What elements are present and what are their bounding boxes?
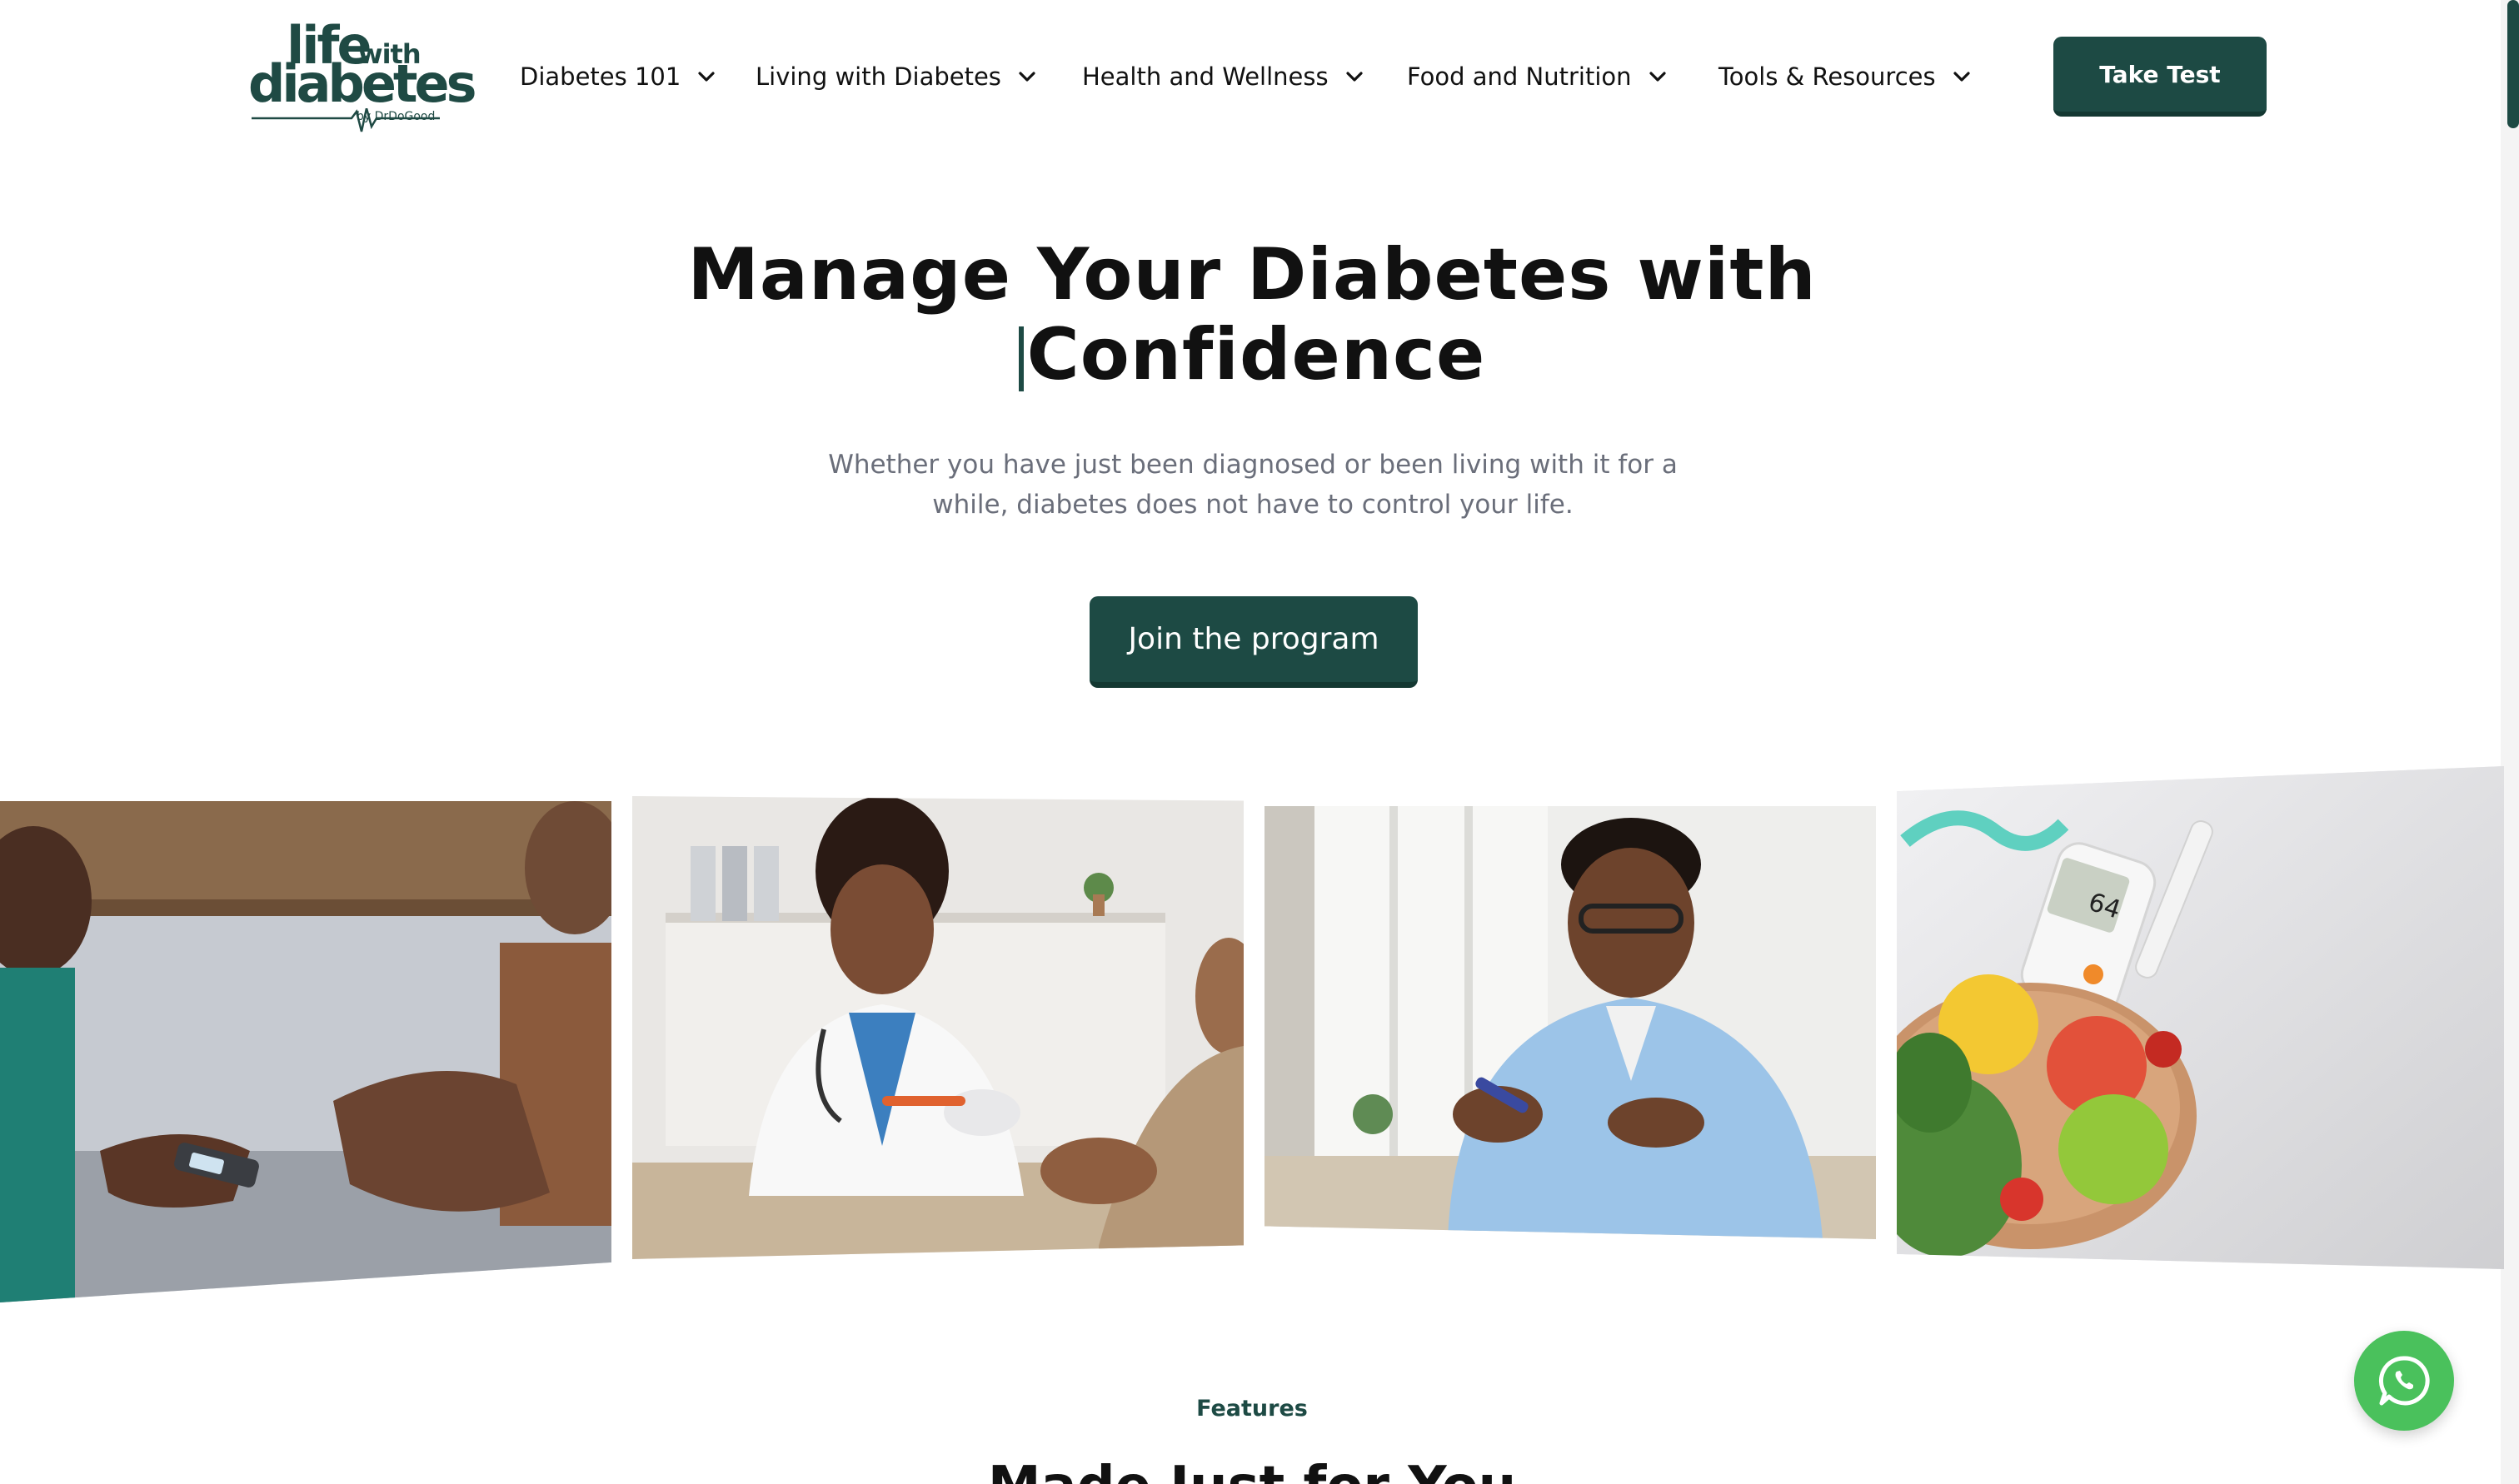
logo-byline: by DrDoGood bbox=[357, 110, 436, 123]
hero-title: Manage Your Diabetes with Confidence bbox=[0, 235, 2504, 395]
chevron-down-icon bbox=[698, 72, 715, 82]
gallery-photo-1 bbox=[0, 801, 611, 1302]
whatsapp-chat-button[interactable] bbox=[2354, 1331, 2454, 1431]
typing-cursor bbox=[1018, 326, 1024, 391]
nav-item-living-with-diabetes[interactable]: Living with Diabetes bbox=[756, 55, 1038, 98]
nav-item-label: Diabetes 101 bbox=[520, 62, 681, 91]
nav-item-label: Food and Nutrition bbox=[1407, 62, 1632, 91]
gallery-photo-3 bbox=[1264, 806, 1876, 1239]
gallery-photo-2 bbox=[632, 796, 1244, 1259]
hero-title-highlight-word: Confidence bbox=[1026, 313, 1486, 396]
photo-doctor-finger-prick bbox=[632, 796, 1244, 1259]
hero-subtitle-line2: while, diabetes does not have to control… bbox=[932, 490, 1574, 520]
site-header: life with diabetes by DrDoGood Diabetes … bbox=[0, 0, 2519, 150]
nav-item-label: Health and Wellness bbox=[1082, 62, 1329, 91]
photo-glucose-meter-fruit: 64 bbox=[1897, 766, 2504, 1269]
hero-title-line1: Manage Your Diabetes with bbox=[687, 233, 1817, 316]
hero-title-highlight: Confidence bbox=[1018, 313, 1486, 396]
logo[interactable]: life with diabetes by DrDoGood bbox=[248, 20, 476, 133]
nav-item-label: Living with Diabetes bbox=[756, 62, 1001, 91]
scrollbar-thumb[interactable] bbox=[2507, 0, 2519, 128]
nav-item-health-and-wellness[interactable]: Health and Wellness bbox=[1082, 55, 1365, 98]
features-title: Made Just for You bbox=[0, 1456, 2504, 1484]
logo-word-diabetes: diabetes bbox=[248, 53, 476, 114]
join-program-button[interactable]: Join the program bbox=[1090, 596, 1418, 688]
nav-item-food-and-nutrition[interactable]: Food and Nutrition bbox=[1407, 55, 1669, 98]
hero-subtitle: Whether you have just been diagnosed or … bbox=[800, 445, 1706, 525]
features-label: Features bbox=[1196, 1396, 1308, 1422]
photo-nurse-glucose-check bbox=[0, 801, 611, 1302]
hero-subtitle-line1: Whether you have just been diagnosed or … bbox=[828, 450, 1678, 480]
photo-man-lancet bbox=[1264, 806, 1876, 1239]
hero-title-line2: Confidence bbox=[0, 315, 2504, 395]
chevron-down-icon bbox=[1649, 72, 1666, 82]
photo-gallery: 64 bbox=[0, 766, 2504, 1302]
nav-item-diabetes-101[interactable]: Diabetes 101 bbox=[520, 55, 717, 98]
nav-item-tools-and-resources[interactable]: Tools & Resources bbox=[1718, 55, 1973, 98]
chevron-down-icon bbox=[1953, 72, 1970, 82]
chevron-down-icon bbox=[1345, 72, 1363, 82]
chevron-down-icon bbox=[1019, 72, 1035, 82]
take-test-button[interactable]: Take Test bbox=[2053, 37, 2267, 117]
gallery-photo-4: 64 bbox=[1897, 766, 2504, 1269]
whatsapp-icon bbox=[2378, 1356, 2430, 1406]
nav-item-label: Tools & Resources bbox=[1718, 62, 1936, 91]
